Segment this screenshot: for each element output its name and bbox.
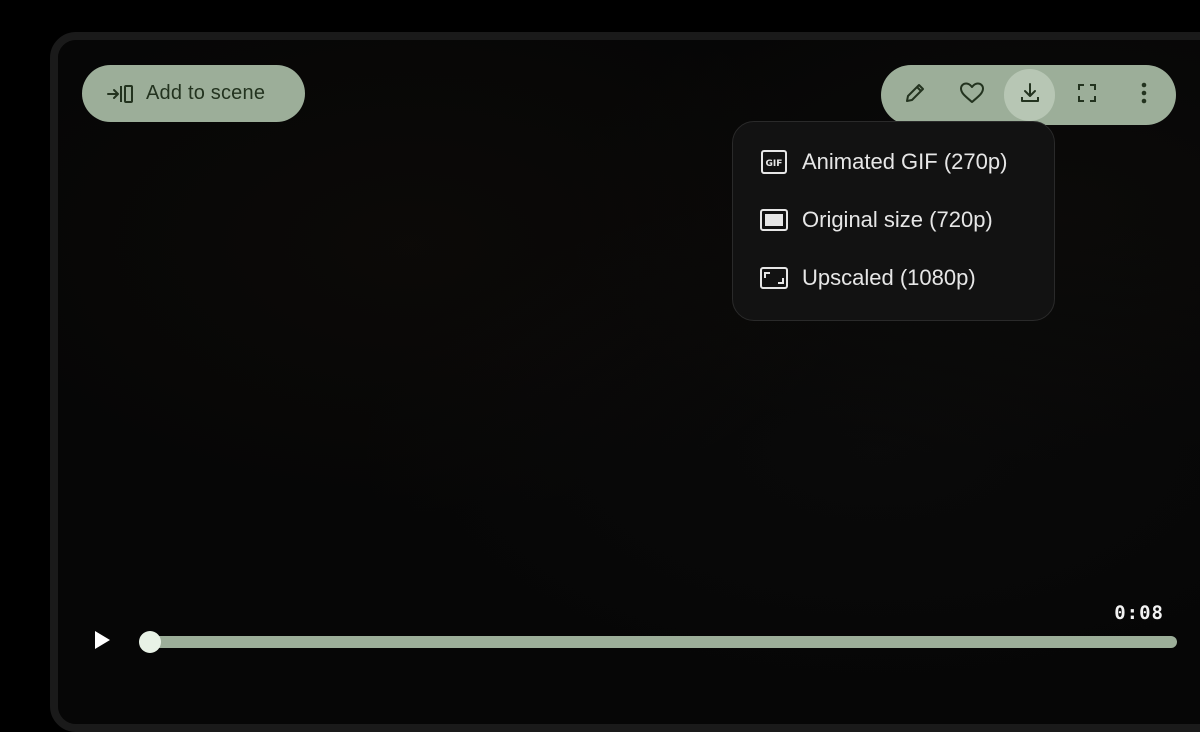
play-button[interactable]	[88, 628, 116, 656]
more-vert-icon	[1140, 81, 1148, 110]
progress-bar[interactable]	[139, 631, 1177, 653]
upscale-icon	[760, 266, 788, 290]
download-original-option[interactable]: Original size (720p)	[733, 191, 1054, 249]
download-upscaled-option[interactable]: Upscaled (1080p)	[733, 249, 1054, 307]
heart-icon	[959, 81, 985, 110]
fullscreen-icon	[1076, 82, 1098, 109]
favorite-button[interactable]	[946, 69, 997, 121]
download-icon	[1018, 81, 1042, 110]
progress-thumb[interactable]	[139, 631, 161, 653]
edit-button[interactable]	[889, 69, 940, 121]
add-to-scene-button[interactable]: Add to scene	[82, 65, 305, 122]
download-menu: GIF Animated GIF (270p) Original size (7…	[732, 121, 1055, 321]
gif-icon: GIF	[760, 150, 788, 174]
original-size-icon	[760, 208, 788, 232]
pencil-icon	[903, 81, 927, 110]
add-to-scene-icon	[106, 82, 134, 106]
download-gif-option[interactable]: GIF Animated GIF (270p)	[733, 133, 1054, 191]
play-icon	[92, 629, 112, 656]
more-options-button[interactable]	[1119, 69, 1170, 121]
menu-item-label: Original size (720p)	[802, 207, 993, 232]
menu-item-label: Animated GIF (270p)	[802, 149, 1008, 174]
fullscreen-button[interactable]	[1061, 69, 1112, 121]
svg-text:GIF: GIF	[766, 159, 783, 169]
add-to-scene-label: Add to scene	[146, 82, 266, 104]
download-button[interactable]	[1003, 69, 1056, 121]
menu-item-label: Upscaled (1080p)	[802, 265, 976, 290]
media-toolbar	[881, 65, 1176, 125]
playback-time: 0:08	[1114, 602, 1164, 624]
